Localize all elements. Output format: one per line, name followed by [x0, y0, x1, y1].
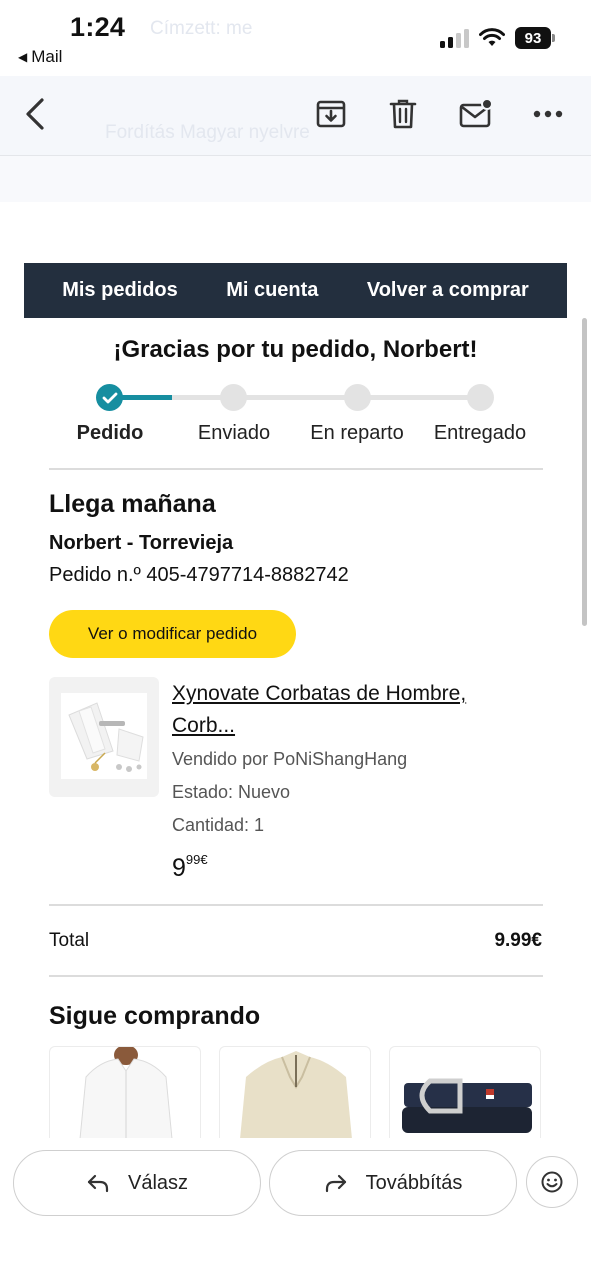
status-time: 1:24 — [70, 12, 126, 42]
trash-icon — [389, 99, 417, 129]
more-button[interactable] — [530, 94, 566, 134]
emoji-reaction-button[interactable] — [526, 1156, 578, 1208]
amazon-nav-bar: Mis pedidos Mi cuenta Volver a comprar — [24, 263, 567, 318]
recommendation-card[interactable] — [49, 1046, 201, 1138]
reply-button[interactable]: Válasz — [13, 1150, 261, 1216]
product-thumbnail[interactable] — [49, 677, 159, 797]
step-label-out-for-delivery: En reparto — [310, 422, 404, 444]
tie-set-image — [61, 693, 147, 779]
mark-unread-icon — [459, 98, 493, 128]
recommendation-card[interactable] — [389, 1046, 541, 1138]
back-triangle-icon: ◀ — [18, 50, 28, 64]
price-whole: 9 — [172, 854, 186, 882]
reply-bar: Válasz Továbbítás — [0, 1138, 591, 1280]
product-price: 999€ — [172, 852, 208, 883]
battery-level: 93 — [515, 27, 551, 49]
forward-label: Továbbítás — [365, 1171, 463, 1194]
scrollbar[interactable] — [582, 318, 587, 626]
step-label-delivered: Entregado — [433, 422, 527, 444]
archive-icon — [316, 100, 346, 128]
black-belt-image — [402, 1078, 532, 1133]
mark-unread-button[interactable] — [456, 94, 496, 134]
white-shirt-image — [79, 1047, 173, 1138]
back-to-app-link[interactable]: ◀ Mail — [18, 47, 62, 67]
smiley-icon — [541, 1171, 563, 1193]
step-label-shipped: Enviado — [197, 422, 271, 444]
back-button[interactable] — [18, 94, 52, 134]
status-icons: 93 — [440, 27, 555, 49]
back-chevron-icon — [26, 98, 44, 130]
sender-hint: Címzett: me — [150, 18, 253, 39]
product-condition: Estado: Nuevo — [172, 782, 291, 802]
reply-label: Válasz — [127, 1171, 189, 1194]
total-label: Total — [49, 930, 90, 951]
nav-buy-again-link[interactable]: Volver a comprar — [367, 279, 529, 302]
step-dot-shipped — [220, 384, 247, 411]
forward-arrow-icon — [325, 1174, 346, 1193]
total-value: 9.99€ — [494, 930, 542, 951]
forward-button[interactable]: Továbbítás — [269, 1150, 517, 1216]
nav-my-orders-link[interactable]: Mis pedidos — [62, 279, 178, 302]
view-edit-order-button[interactable]: Ver o modificar pedido — [49, 610, 296, 658]
step-dot-ordered — [96, 384, 123, 411]
divider — [49, 904, 543, 906]
thanks-heading: ¡Gracias por tu pedido, Norbert! — [113, 336, 478, 363]
order-number: Pedido n.º 405-4797714-8882742 — [49, 564, 349, 586]
status-bar: 1:24 ◀ Mail Címzett: me 93 — [0, 0, 591, 76]
step-dot-delivered — [467, 384, 494, 411]
toolbar-backdrop — [0, 156, 591, 202]
arrival-heading: Llega mañana — [49, 490, 216, 518]
nav-my-account-link[interactable]: Mi cuenta — [226, 279, 318, 302]
price-fraction: 99€ — [185, 852, 208, 867]
mail-toolbar: Fordítás Magyar nyelvre — [0, 76, 591, 156]
translate-hint: Fordítás Magyar nyelvre — [105, 122, 310, 143]
product-title-link[interactable]: Xynovate Corbatas de Hombre, Corb... — [172, 678, 512, 742]
archive-button[interactable] — [312, 94, 350, 134]
divider — [49, 468, 543, 470]
product-quantity: Cantidad: 1 — [172, 815, 265, 835]
keep-shopping-heading: Sigue comprando — [49, 1002, 261, 1030]
recommendation-card[interactable] — [219, 1046, 371, 1138]
delete-button[interactable] — [384, 94, 422, 134]
reply-arrow-icon — [87, 1174, 109, 1193]
product-seller: Vendido por PoNiShangHang — [172, 749, 408, 769]
cellular-signal-icon — [440, 28, 469, 48]
wifi-icon — [479, 28, 505, 46]
back-app-label: Mail — [31, 47, 63, 66]
more-icon — [533, 110, 563, 118]
shipping-address: Norbert - Torrevieja — [49, 532, 234, 554]
step-dot-out-for-delivery — [344, 384, 371, 411]
battery-icon: 93 — [515, 27, 555, 49]
checkmark-icon — [102, 392, 117, 403]
beige-sweater-image — [240, 1051, 352, 1138]
step-label-ordered: Pedido — [76, 422, 144, 444]
divider — [49, 975, 543, 977]
